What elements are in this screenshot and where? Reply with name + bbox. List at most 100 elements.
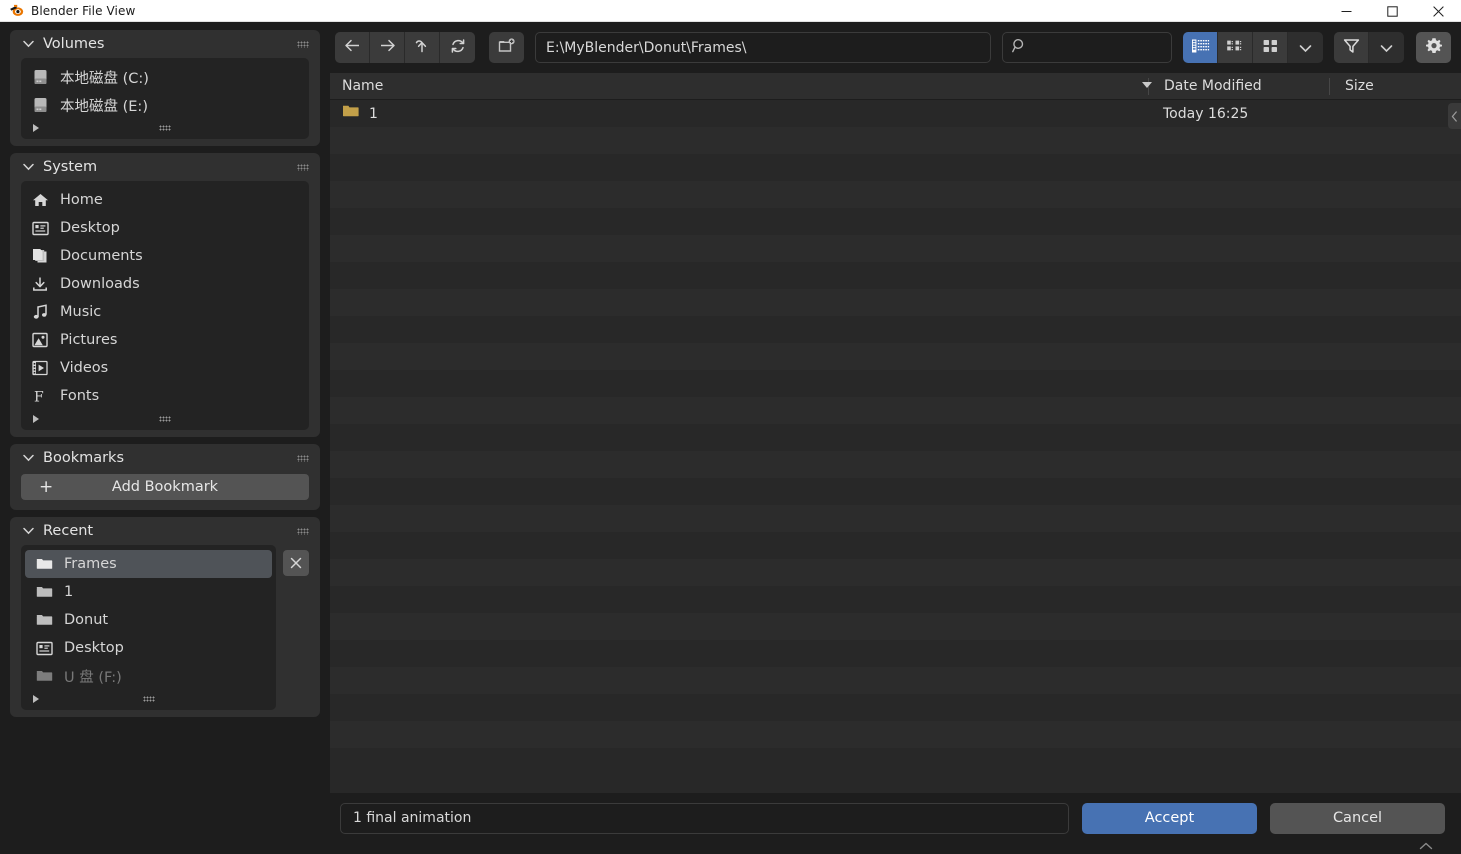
table-row-empty[interactable] bbox=[330, 667, 1461, 694]
path-input[interactable]: E:\MyBlender\Donut\Frames\ bbox=[535, 32, 991, 63]
table-row-empty[interactable] bbox=[330, 370, 1461, 397]
table-row-empty[interactable] bbox=[330, 721, 1461, 748]
settings-button[interactable] bbox=[1416, 32, 1451, 63]
maximize-button[interactable] bbox=[1369, 0, 1415, 22]
table-row-empty[interactable] bbox=[330, 127, 1461, 154]
file-name-label: 1 bbox=[369, 105, 378, 122]
recent-item-frames[interactable]: Frames bbox=[25, 550, 272, 578]
panel-volumes-header[interactable]: Volumes bbox=[10, 30, 320, 58]
drag-grip-icon[interactable] bbox=[159, 416, 171, 422]
display-mode-horizontal-list[interactable] bbox=[1218, 32, 1253, 63]
table-row-empty[interactable] bbox=[330, 748, 1461, 775]
clear-recent-button[interactable] bbox=[283, 550, 309, 576]
sidebar-item-pictures[interactable]: Pictures bbox=[21, 326, 309, 354]
search-input[interactable] bbox=[1002, 32, 1172, 63]
music-note-icon bbox=[31, 303, 49, 321]
recent-item-donut[interactable]: Donut bbox=[25, 606, 272, 634]
refresh-button[interactable] bbox=[440, 32, 475, 63]
table-row-empty[interactable] bbox=[330, 235, 1461, 262]
display-mode-vertical-list[interactable] bbox=[1183, 32, 1218, 63]
panel-bookmarks-header[interactable]: Bookmarks bbox=[10, 444, 320, 472]
table-row-empty[interactable] bbox=[330, 640, 1461, 667]
new-folder-group bbox=[489, 32, 524, 63]
panel-system-header[interactable]: System bbox=[10, 153, 320, 181]
volume-item-c[interactable]: 本地磁盘 (C:) bbox=[21, 63, 309, 91]
drag-grip-icon[interactable] bbox=[142, 696, 155, 702]
display-mode-group bbox=[1183, 32, 1323, 63]
forward-button[interactable] bbox=[370, 32, 405, 63]
minimize-button[interactable] bbox=[1323, 0, 1369, 22]
sidebar-item-downloads[interactable]: Downloads bbox=[21, 270, 309, 298]
filter-toggle-button[interactable] bbox=[1334, 32, 1369, 63]
system-expand-row[interactable] bbox=[21, 410, 309, 428]
table-row-empty[interactable] bbox=[330, 154, 1461, 181]
recent-item-usb[interactable]: U 盘 (F:) bbox=[25, 662, 272, 690]
table-row-empty[interactable] bbox=[330, 262, 1461, 289]
table-row-empty[interactable] bbox=[330, 316, 1461, 343]
table-row-empty[interactable] bbox=[330, 559, 1461, 586]
sidebar-item-videos[interactable]: Videos bbox=[21, 354, 309, 382]
drag-grip-icon[interactable] bbox=[297, 455, 309, 462]
panel-recent-header[interactable]: Recent bbox=[10, 517, 320, 545]
search-icon bbox=[1012, 38, 1027, 57]
sidebar-item-documents[interactable]: Documents bbox=[21, 242, 309, 270]
display-options-dropdown[interactable] bbox=[1288, 32, 1323, 63]
table-row-empty[interactable] bbox=[330, 424, 1461, 451]
cancel-button[interactable]: Cancel bbox=[1270, 802, 1445, 834]
accept-button[interactable]: Accept bbox=[1082, 802, 1257, 834]
home-icon bbox=[31, 191, 49, 209]
drag-grip-icon[interactable] bbox=[159, 125, 171, 131]
recent-item-label: 1 bbox=[64, 584, 74, 600]
parent-directory-button[interactable] bbox=[405, 32, 440, 63]
filter-options-dropdown[interactable] bbox=[1369, 32, 1404, 63]
column-header-size[interactable]: Size bbox=[1330, 78, 1374, 94]
drag-grip-icon[interactable] bbox=[297, 528, 309, 535]
picture-icon bbox=[31, 331, 49, 349]
triangle-right-icon bbox=[33, 124, 39, 132]
window-title: Blender File View bbox=[31, 3, 136, 18]
add-bookmark-button[interactable]: + Add Bookmark bbox=[21, 474, 309, 500]
table-row-empty[interactable] bbox=[330, 586, 1461, 613]
recent-item-1[interactable]: 1 bbox=[25, 578, 272, 606]
table-row-empty[interactable] bbox=[330, 613, 1461, 640]
table-row-empty[interactable] bbox=[330, 451, 1461, 478]
arrow-right-icon bbox=[379, 38, 396, 57]
sidebar-item-music[interactable]: Music bbox=[21, 298, 309, 326]
table-row-empty[interactable] bbox=[330, 343, 1461, 370]
sidebar-item-fonts[interactable]: F Fonts bbox=[21, 382, 309, 410]
sidebar-item-label: Documents bbox=[60, 248, 143, 264]
drag-grip-icon[interactable] bbox=[297, 164, 309, 171]
display-mode-thumbnails[interactable] bbox=[1253, 32, 1288, 63]
volumes-expand-row[interactable] bbox=[21, 119, 309, 137]
filename-input[interactable]: 1 final animation bbox=[340, 802, 1069, 834]
table-row-empty[interactable] bbox=[330, 289, 1461, 316]
sidebar-item-label: Downloads bbox=[60, 276, 140, 292]
table-row-empty[interactable] bbox=[330, 208, 1461, 235]
drag-grip-icon[interactable] bbox=[297, 41, 309, 48]
sidebar-collapse-tab[interactable] bbox=[1448, 103, 1461, 129]
recent-item-desktop[interactable]: Desktop bbox=[25, 634, 272, 662]
path-value: E:\MyBlender\Donut\Frames\ bbox=[546, 39, 747, 56]
folder-icon bbox=[35, 611, 53, 629]
chevron-left-icon bbox=[1451, 107, 1458, 126]
table-row-empty[interactable] bbox=[330, 505, 1461, 532]
table-row-empty[interactable] bbox=[330, 694, 1461, 721]
table-row-empty[interactable] bbox=[330, 181, 1461, 208]
table-row-empty[interactable] bbox=[330, 478, 1461, 505]
table-row-empty[interactable] bbox=[330, 397, 1461, 424]
film-icon bbox=[31, 359, 49, 377]
back-button[interactable] bbox=[335, 32, 370, 63]
close-button[interactable] bbox=[1415, 0, 1461, 22]
volume-item-e[interactable]: 本地磁盘 (E:) bbox=[21, 91, 309, 119]
column-header-date[interactable]: Date Modified bbox=[1149, 78, 1329, 94]
sidebar-item-desktop[interactable]: Desktop bbox=[21, 214, 309, 242]
panel-system-title: System bbox=[43, 159, 98, 175]
sidebar-item-home[interactable]: Home bbox=[21, 186, 309, 214]
sort-desc-icon[interactable] bbox=[1142, 82, 1152, 88]
column-header-name[interactable]: Name bbox=[330, 78, 1148, 94]
folder-icon bbox=[35, 583, 53, 601]
new-folder-button[interactable] bbox=[489, 32, 524, 63]
table-row-empty[interactable] bbox=[330, 532, 1461, 559]
recent-expand-row[interactable] bbox=[21, 690, 276, 708]
table-row[interactable]: 1 Today 16:25 bbox=[330, 100, 1461, 127]
